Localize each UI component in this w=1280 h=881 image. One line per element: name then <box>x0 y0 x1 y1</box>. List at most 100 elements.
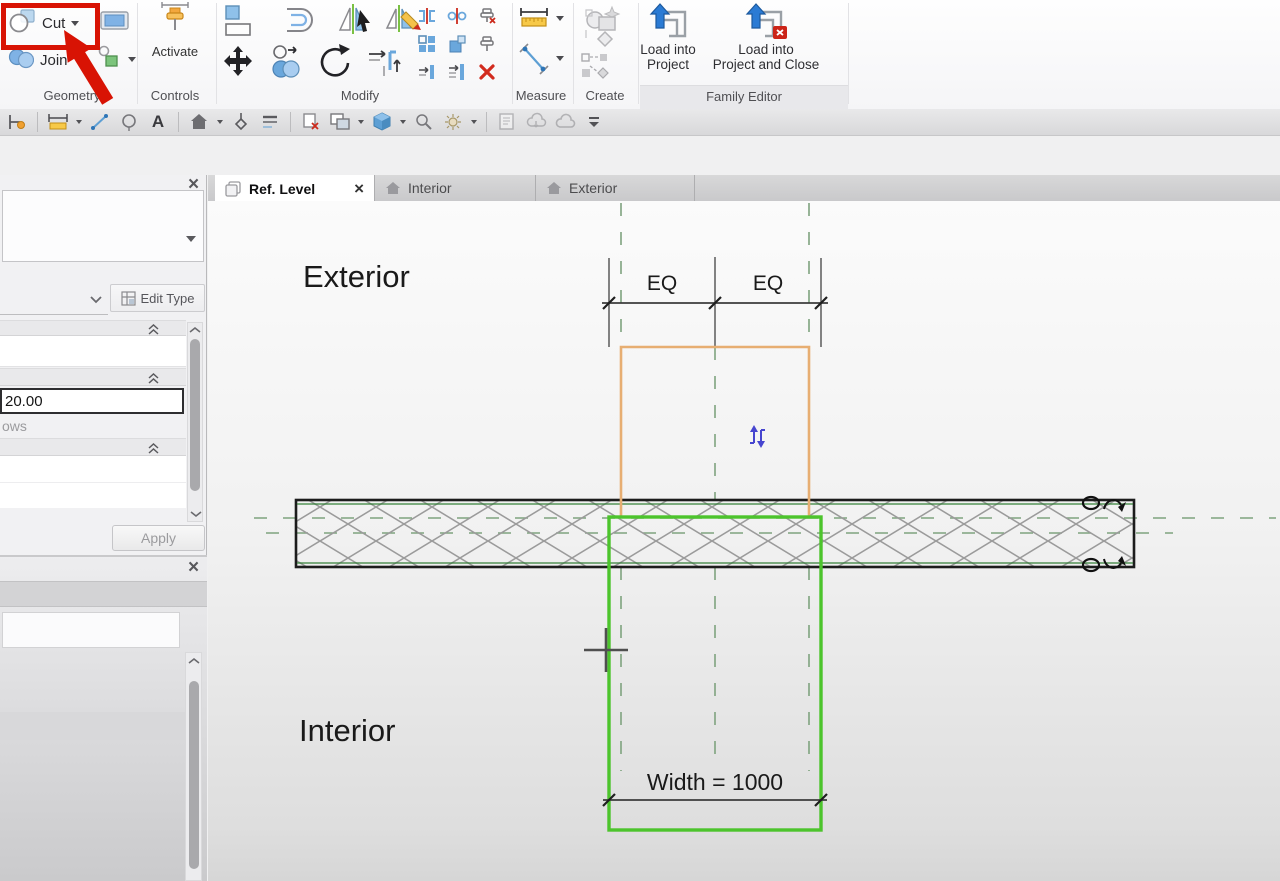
modify-dimension-pin-icon[interactable] <box>6 111 28 133</box>
thin-lines-icon[interactable] <box>259 111 281 133</box>
measure-button[interactable] <box>518 42 550 76</box>
dimension-button[interactable] <box>518 5 550 33</box>
edit-type-button[interactable]: Edit Type <box>110 284 205 312</box>
switch-windows-caret[interactable] <box>358 120 364 124</box>
scroll-down-icon[interactable] <box>189 509 203 519</box>
rotate-button[interactable] <box>316 42 356 82</box>
scroll-up-icon[interactable] <box>187 656 201 666</box>
drawing-canvas[interactable]: EQ EQ Width = 1000 Exterio <box>208 201 1280 881</box>
browser-title-bar[interactable] <box>0 581 207 607</box>
browser-search-box[interactable] <box>2 612 180 648</box>
dimension-caret[interactable] <box>76 120 82 124</box>
properties-filter-caret[interactable] <box>90 291 102 309</box>
extrusion-sketch-rectangle[interactable] <box>621 347 809 517</box>
property-section-header[interactable] <box>0 368 186 386</box>
align-button[interactable] <box>221 3 257 39</box>
unpin-button[interactable] <box>472 2 502 30</box>
scroll-up-icon[interactable] <box>188 325 202 335</box>
measure-dropdown-caret[interactable] <box>556 56 564 61</box>
width-dimension-label[interactable]: Width = 1000 <box>647 769 783 795</box>
eq-label-left[interactable]: EQ <box>647 272 677 295</box>
join-label: Join <box>40 52 68 69</box>
geometry-options-button[interactable] <box>96 44 136 75</box>
plan-view-icon <box>225 181 242 197</box>
trim-single-button[interactable] <box>412 58 442 86</box>
activate-dimensions-button[interactable]: Activate <box>145 2 205 59</box>
scale-button[interactable] <box>442 30 472 58</box>
panel-separator <box>573 3 574 104</box>
scrollbar-thumb[interactable] <box>190 339 200 491</box>
type-selector-caret[interactable] <box>186 230 196 248</box>
measure-line-icon[interactable] <box>89 111 111 133</box>
property-section-header[interactable] <box>0 320 186 336</box>
home-view-caret[interactable] <box>217 120 223 124</box>
browser-row-band[interactable] <box>0 712 185 740</box>
switch-windows-icon[interactable] <box>329 111 351 133</box>
cut-profile-button[interactable] <box>98 8 132 39</box>
close-inactive-windows-icon[interactable] <box>300 111 322 133</box>
sun-settings-icon[interactable] <box>442 111 464 133</box>
copy-icon <box>268 44 306 80</box>
tag-icon[interactable] <box>118 111 140 133</box>
tab-close-icon[interactable]: × <box>354 182 364 196</box>
elevation-home-icon <box>546 181 562 195</box>
sheet-icon[interactable] <box>496 111 518 133</box>
type-selector[interactable] <box>2 190 204 262</box>
geometry-panel-label: Geometry <box>43 88 100 103</box>
trim-multiple-button[interactable] <box>442 58 472 86</box>
geometry-options-caret[interactable] <box>128 57 136 62</box>
parameter-value-input[interactable]: 20.00 <box>0 388 184 414</box>
default-3d-view-icon[interactable] <box>371 111 393 133</box>
pin-button[interactable] <box>472 30 502 58</box>
create-similar-button[interactable] <box>580 52 610 80</box>
eq-label-right[interactable]: EQ <box>753 272 783 295</box>
width-dimension[interactable]: Width = 1000 <box>603 769 827 806</box>
sun-settings-caret[interactable] <box>471 120 477 124</box>
scrollbar-thumb[interactable] <box>189 681 199 869</box>
create-panel-label: Create <box>585 88 624 103</box>
property-row[interactable] <box>0 336 186 367</box>
properties-scrollbar[interactable] <box>187 322 203 522</box>
text-icon[interactable]: A <box>147 111 169 133</box>
apply-button[interactable]: Apply <box>112 525 205 551</box>
dimension-dropdown-caret[interactable] <box>556 16 564 21</box>
pushpin-icon <box>158 26 192 41</box>
property-row[interactable] <box>0 456 186 508</box>
exterior-label[interactable]: Exterior <box>303 259 410 294</box>
render-in-cloud-icon[interactable] <box>525 111 547 133</box>
sidebar: × Edit Type <box>0 175 207 881</box>
family-editor-panel-label: Family Editor <box>706 89 782 104</box>
trim-extend-button[interactable] <box>366 44 406 80</box>
tab-ref-level[interactable]: Ref. Level × <box>215 175 375 202</box>
mirror-axis-button[interactable] <box>336 2 376 40</box>
home-view-icon[interactable] <box>188 111 210 133</box>
move-button[interactable] <box>221 44 255 78</box>
default-3d-view-caret[interactable] <box>400 120 406 124</box>
copy-button[interactable] <box>268 44 306 80</box>
tab-interior[interactable]: Interior <box>375 175 536 201</box>
wall[interactable] <box>296 500 1134 567</box>
measure-icon <box>518 42 550 76</box>
browser-scrollbar[interactable] <box>185 652 202 881</box>
section-icon[interactable] <box>230 111 252 133</box>
aligned-dimension-icon[interactable] <box>47 111 69 133</box>
trim-extend-icon <box>366 44 406 80</box>
flip-control-icon[interactable] <box>750 425 765 448</box>
interior-label[interactable]: Interior <box>299 713 395 748</box>
panel-separator <box>848 3 849 104</box>
array-button[interactable] <box>412 30 442 58</box>
offset-button[interactable] <box>277 3 315 39</box>
property-section-header[interactable] <box>0 438 186 456</box>
panel-divider <box>0 555 207 557</box>
split-element-button[interactable] <box>412 2 442 30</box>
split-with-gap-button[interactable] <box>442 2 472 30</box>
load-into-project-and-close-button[interactable]: Load into Project and Close <box>707 2 825 72</box>
modify-panel-label: Modify <box>341 88 379 103</box>
browser-close-button[interactable]: × <box>188 560 199 576</box>
delete-button[interactable] <box>472 58 502 86</box>
tab-exterior[interactable]: Exterior <box>536 175 695 201</box>
toolbar-collapse-icon[interactable] <box>583 111 605 133</box>
render-icon[interactable] <box>413 111 435 133</box>
render-gallery-icon[interactable] <box>554 111 576 133</box>
divider <box>0 314 108 315</box>
